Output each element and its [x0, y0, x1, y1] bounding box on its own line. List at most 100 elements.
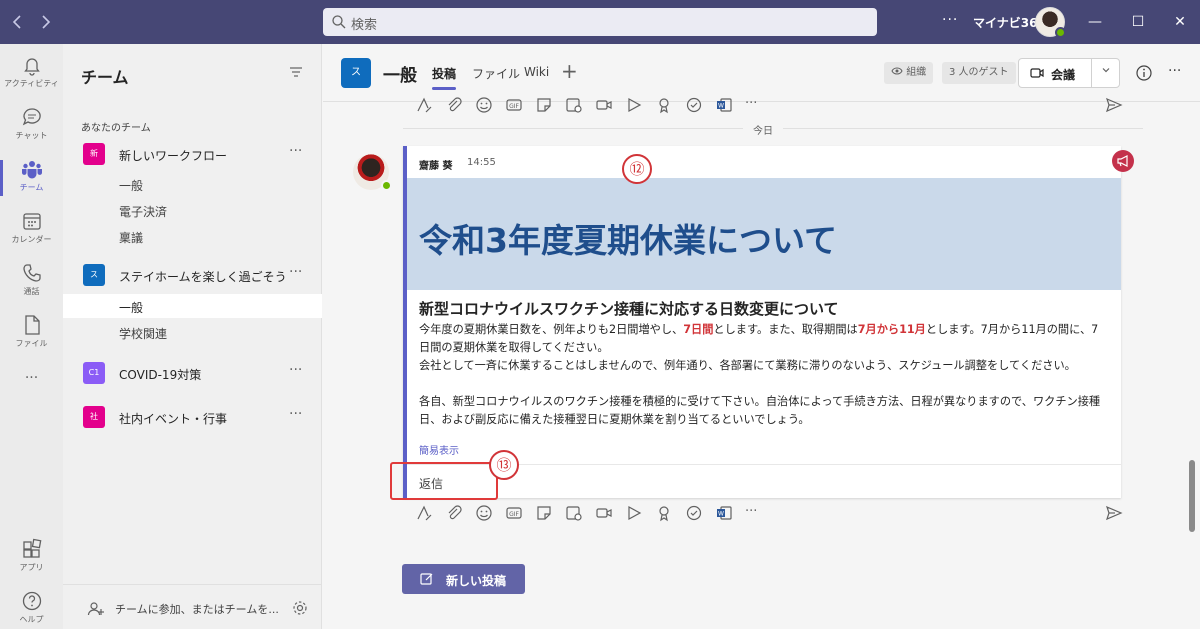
forward-icon[interactable]: [35, 12, 55, 32]
team-name: 社内イベント・行事: [119, 412, 228, 426]
schedule-meeting-icon[interactable]: [565, 96, 583, 114]
chevron-down-icon: [1102, 68, 1109, 73]
more-options-button[interactable]: ···: [745, 504, 763, 522]
maximize-button[interactable]: ☐: [1128, 12, 1148, 32]
filter-icon[interactable]: [288, 64, 304, 80]
tab-files[interactable]: ファイル: [472, 65, 520, 82]
help-icon: [22, 591, 41, 611]
channel-item[interactable]: 電子決済: [63, 198, 322, 222]
meet-button[interactable]: 会議: [1019, 59, 1091, 87]
profile-avatar[interactable]: [1035, 7, 1066, 38]
add-tab-button[interactable]: +: [561, 59, 578, 83]
post-author-avatar[interactable]: [353, 154, 392, 191]
collapse-link[interactable]: 簡易表示: [419, 442, 459, 457]
channel-item[interactable]: 一般: [63, 172, 322, 196]
team-more-button[interactable]: ···: [289, 406, 302, 422]
gif-icon[interactable]: GIF: [505, 504, 523, 522]
minimize-button[interactable]: —: [1085, 12, 1105, 32]
attach-icon[interactable]: [445, 504, 463, 522]
team-item[interactable]: ス ステイホームを楽しく過ごそう ···: [63, 260, 322, 292]
team-more-button[interactable]: ···: [289, 264, 302, 280]
more-options-button[interactable]: ···: [745, 96, 763, 114]
tab-wiki[interactable]: Wiki: [524, 65, 549, 79]
meet-dropdown-button[interactable]: [1091, 59, 1119, 87]
rail-files[interactable]: ファイル: [0, 308, 63, 360]
emoji-icon[interactable]: [475, 96, 493, 114]
praise-icon[interactable]: [655, 96, 673, 114]
tab-posts[interactable]: 投稿: [432, 65, 457, 90]
schedule-meeting-icon[interactable]: [565, 504, 583, 522]
stream-icon[interactable]: [625, 96, 643, 114]
approvals-icon[interactable]: [685, 504, 703, 522]
gif-icon[interactable]: GIF: [505, 96, 523, 114]
team-item[interactable]: C1 COVID-19対策 ···: [63, 358, 322, 390]
highlight-text: 7日間: [683, 323, 714, 336]
rail-teams-label: チーム: [19, 183, 44, 192]
emoji-icon[interactable]: [475, 504, 493, 522]
gear-icon[interactable]: [291, 599, 309, 617]
svg-text:GIF: GIF: [509, 103, 519, 110]
rail-teams[interactable]: チーム: [0, 152, 63, 204]
new-post-button[interactable]: 新しい投稿: [402, 564, 525, 594]
org-chip[interactable]: 組織: [884, 62, 934, 84]
file-icon: [24, 315, 40, 335]
apps-icon: [22, 538, 41, 558]
send-icon[interactable]: [1105, 96, 1123, 114]
post-paragraph: 今年度の夏期休業日数を、例年よりも2日間増やし、7日間とします。また、取得期間は…: [419, 321, 1109, 375]
join-create-team[interactable]: チームに参加、またはチームを...: [63, 584, 322, 629]
megaphone-icon: [1112, 150, 1134, 172]
info-icon[interactable]: [1135, 64, 1153, 82]
svg-text:W: W: [718, 511, 724, 518]
channel-item-active[interactable]: 一般: [63, 294, 322, 318]
chat-icon: [22, 108, 41, 126]
team-item[interactable]: 社 社内イベント・行事 ···: [63, 402, 322, 434]
search-box[interactable]: 検索: [323, 8, 877, 36]
channel-avatar: ス: [341, 58, 371, 88]
word-icon[interactable]: W: [715, 504, 733, 522]
post-paragraph: 各自、新型コロナウイルスのワクチン接種を積極的に受けて下さい。自治体によって手続…: [419, 395, 1101, 426]
rail-help[interactable]: ヘルプ: [0, 584, 63, 629]
svg-text:W: W: [718, 103, 724, 110]
meet-now-icon[interactable]: [595, 504, 613, 522]
post-author[interactable]: 齋藤 葵: [419, 157, 452, 172]
previous-compose-toolbar: GIF W ···: [415, 96, 1135, 116]
format-icon[interactable]: [415, 96, 433, 114]
presence-available-icon: [1055, 27, 1066, 38]
team-more-button[interactable]: ···: [289, 143, 302, 159]
word-icon[interactable]: W: [715, 96, 733, 114]
back-icon[interactable]: [8, 12, 28, 32]
sticker-icon[interactable]: [535, 96, 553, 114]
calendar-icon: [22, 213, 41, 230]
rail-apps-label: アプリ: [19, 563, 44, 572]
approvals-icon[interactable]: [685, 96, 703, 114]
rail-chat[interactable]: チャット: [0, 100, 63, 152]
settings-more-button[interactable]: ···: [942, 12, 958, 28]
channel-header: ス 一般 投稿 ファイル Wiki + 組織 3 人のゲスト 会議 ···: [323, 44, 1200, 102]
bell-icon: [23, 58, 40, 76]
teams-icon: [21, 161, 42, 179]
stream-icon[interactable]: [625, 504, 643, 522]
attach-icon[interactable]: [445, 96, 463, 114]
teams-panel: チーム あなたのチーム 新 新しいワークフロー ··· 一般 電子決済 稟議 ス…: [63, 44, 322, 629]
channel-item[interactable]: 学校関連: [63, 320, 322, 344]
guests-chip[interactable]: 3 人のゲスト: [942, 62, 1016, 84]
rail-activity-label: アクティビティ: [4, 79, 59, 88]
rail-activity[interactable]: アクティビティ: [0, 48, 63, 100]
channel-more-button[interactable]: ···: [1168, 63, 1181, 79]
format-icon[interactable]: [415, 504, 433, 522]
rail-calendar[interactable]: カレンダー: [0, 204, 63, 256]
title-bar: 検索 ··· マイナビ365 — ☐ ✕: [0, 0, 1200, 44]
rail-more-button[interactable]: ···: [0, 370, 63, 396]
channel-item[interactable]: 稟議: [63, 224, 322, 248]
close-button[interactable]: ✕: [1170, 12, 1190, 32]
rail-calls[interactable]: 通話: [0, 256, 63, 308]
video-camera-icon: [1030, 68, 1044, 78]
scrollbar-thumb[interactable]: [1189, 460, 1195, 532]
team-item[interactable]: 新 新しいワークフロー ···: [63, 139, 322, 171]
rail-apps[interactable]: アプリ: [0, 532, 63, 584]
team-more-button[interactable]: ···: [289, 362, 302, 378]
sticker-icon[interactable]: [535, 504, 553, 522]
meet-now-icon[interactable]: [595, 96, 613, 114]
praise-icon[interactable]: [655, 504, 673, 522]
send-icon[interactable]: [1105, 504, 1123, 522]
